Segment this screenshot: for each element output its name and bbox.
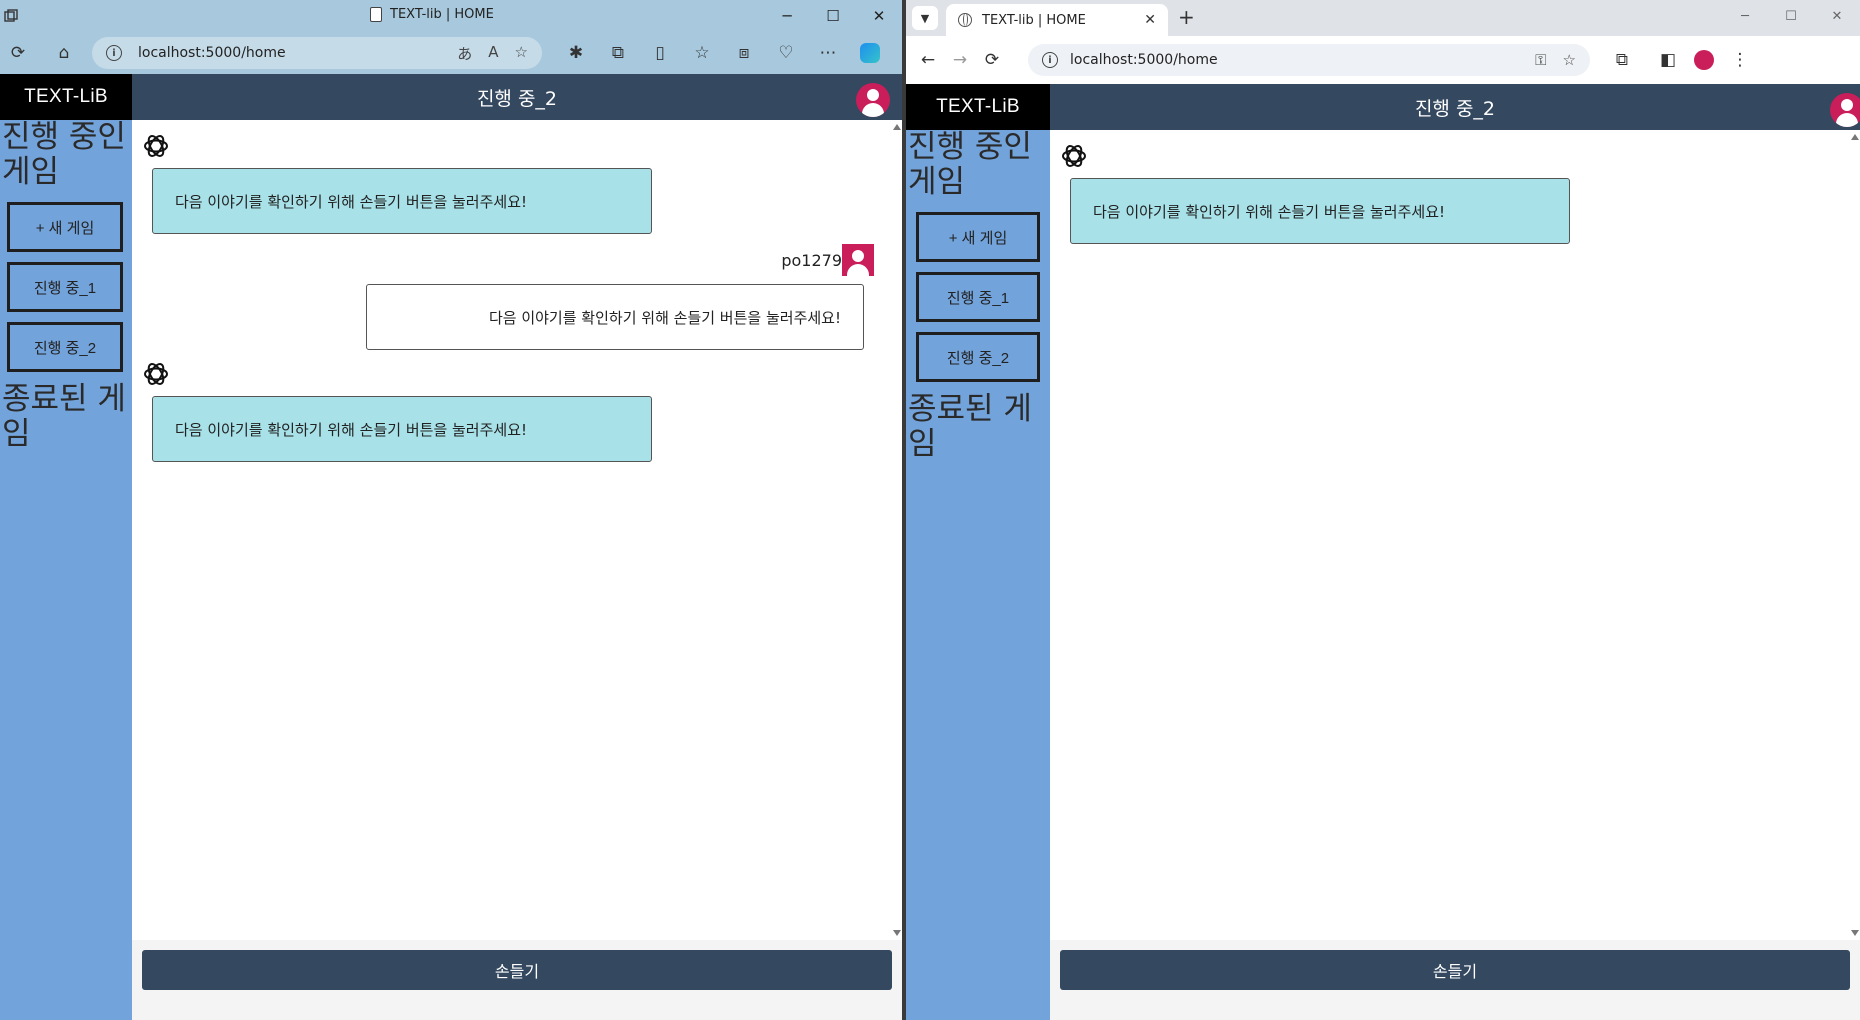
header-bar: 진행 중_2 [132,74,902,120]
browser-essentials-icon[interactable]: ♡ [770,37,802,69]
close-button[interactable]: ✕ [1814,0,1860,32]
split-screen-icon[interactable]: ▯ [644,37,676,69]
user-avatar-icon [842,244,874,278]
more-icon[interactable]: ⋯ [812,37,844,69]
finished-games-title: 종료된 게임 [2,381,126,452]
chrome-toolbar: ← → ⟳ i localhost:5000/home ⚿ ☆ ⧉ ◧ ⋮ [906,36,1860,84]
new-game-button[interactable]: + 새 게임 [7,202,123,252]
scroll-down-arrow-icon[interactable] [1851,930,1859,936]
game-item-2[interactable]: 진행 중_2 [7,322,123,372]
game-item-1[interactable]: 진행 중_1 [916,272,1040,322]
minimize-button[interactable]: ─ [1722,0,1768,32]
chrome-tab[interactable]: TEXT-lib | HOME ✕ [946,4,1168,36]
copilot-icon[interactable] [854,37,886,69]
page-title: 진행 중_2 [1414,97,1496,120]
extensions-icon[interactable]: ⧉ [1606,44,1638,76]
scroll-up-arrow-icon[interactable] [893,124,901,130]
user-message-header: po1279 [132,244,874,278]
side-panel-icon[interactable]: ◧ [1652,44,1684,76]
raise-hand-button[interactable]: 손들기 [1060,950,1850,990]
brand-logo[interactable]: TEXT-LiB [0,74,132,120]
key-icon[interactable]: ⚿ [1535,51,1546,69]
edge-window: TEXT-lib | HOME ─ ☐ ✕ ⟳ ⌂ i localhost:50… [0,0,902,1020]
new-tab-icon[interactable]: + [1178,6,1195,28]
extensions-icon[interactable]: ⧉ [602,37,634,69]
chat-log[interactable]: 다음 이야기를 확인하기 위해 손들기 버튼을 눌러주세요! [1050,130,1850,940]
back-icon[interactable]: ← [912,44,944,76]
tab-search-icon[interactable]: ▼ [912,6,938,30]
site-info-icon[interactable]: i [106,45,122,61]
ai-message: 다음 이야기를 확인하기 위해 손들기 버튼을 눌러주세요! [152,396,652,462]
chrome-tab-title: TEXT-lib | HOME [982,12,1086,28]
address-bar[interactable]: i localhost:5000/home ⚿ ☆ [1028,44,1590,76]
ai-message: 다음 이야기를 확인하기 위해 손들기 버튼을 눌러주세요! [1070,178,1570,244]
finished-games-title: 종료된 게임 [908,391,1032,462]
ongoing-games-title: 진행 중인 게임 [908,129,1032,200]
edge-toolbar: ⟳ ⌂ i localhost:5000/home あ A ☆ ✱ ⧉ ▯ ☆ … [0,32,902,74]
sidebar: TEXT-LiB 진행 중인 게임 + 새 게임 진행 중_1 진행 중_2 종… [0,74,132,1020]
scroll-up-arrow-icon[interactable] [1851,134,1859,140]
game-item-2[interactable]: 진행 중_2 [916,332,1040,382]
url-text: localhost:5000/home [1070,52,1218,68]
page-title: 진행 중_2 [476,87,558,110]
app-root: TEXT-LiB 진행 중인 게임 + 새 게임 진행 중_1 진행 중_2 종… [0,74,902,1020]
app-root: TEXT-LiB 진행 중인 게임 + 새 게임 진행 중_1 진행 중_2 종… [906,84,1860,1020]
openai-logo-icon [1062,145,1086,167]
site-info-icon[interactable]: i [1042,52,1058,68]
page-icon [370,7,382,22]
tab-close-icon[interactable]: ✕ [1144,12,1156,28]
read-aloud-icon[interactable]: A [488,43,498,64]
favorites-icon[interactable]: ☆ [686,37,718,69]
minimize-button[interactable]: ─ [764,0,810,32]
maximize-button[interactable]: ☐ [810,0,856,32]
bottom-bar: 손들기 [132,940,902,1020]
scroll-down-arrow-icon[interactable] [893,930,901,936]
translate-icon[interactable]: あ [457,43,472,64]
sidebar: TEXT-LiB 진행 중인 게임 + 새 게임 진행 중_1 진행 중_2 종… [906,84,1050,1020]
chat-scrollbar[interactable] [892,120,902,940]
more-icon[interactable]: ⋮ [1724,44,1756,76]
profile-avatar-icon[interactable] [1830,93,1860,127]
user-message: 다음 이야기를 확인하기 위해 손들기 버튼을 눌러주세요! [366,284,864,350]
forward-icon[interactable]: → [944,44,976,76]
workspaces-icon[interactable] [4,8,20,24]
reload-icon[interactable]: ⟳ [976,44,1008,76]
brand-logo[interactable]: TEXT-LiB [906,84,1050,130]
chat-main: 진행 중_2 다음 이야기를 확인하기 위해 손들기 버튼을 눌러주세요! po… [132,74,902,1020]
bottom-bar: 손들기 [1050,940,1860,1020]
ongoing-games-title: 진행 중인 게임 [2,119,126,190]
profile-avatar-icon[interactable] [856,83,890,117]
raise-hand-button[interactable]: 손들기 [142,950,892,990]
bookmark-star-icon[interactable]: ☆ [1563,51,1576,69]
close-button[interactable]: ✕ [856,0,902,32]
new-game-button[interactable]: + 새 게임 [916,212,1040,262]
edge-tab[interactable]: TEXT-lib | HOME [370,7,494,22]
address-bar[interactable]: i localhost:5000/home あ A ☆ [92,37,542,69]
game-item-1[interactable]: 진행 중_1 [7,262,123,312]
chat-main: 진행 중_2 다음 이야기를 확인하기 위해 손들기 버튼을 눌러주세요! 손들… [1050,84,1860,1020]
home-icon[interactable]: ⌂ [48,37,80,69]
chat-log[interactable]: 다음 이야기를 확인하기 위해 손들기 버튼을 눌러주세요! po1279 다음… [132,120,892,940]
extension-icon[interactable]: ✱ [560,37,592,69]
header-bar: 진행 중_2 [1050,84,1860,130]
openai-logo-icon [144,135,168,157]
globe-icon [958,13,972,27]
ai-message: 다음 이야기를 확인하기 위해 손들기 버튼을 눌러주세요! [152,168,652,234]
refresh-icon[interactable]: ⟳ [2,37,34,69]
collections-icon[interactable]: ⧈ [728,37,760,69]
edge-title-bar: TEXT-lib | HOME ─ ☐ ✕ [0,0,902,32]
chrome-tab-strip: ▼ TEXT-lib | HOME ✕ + ─ ☐ ✕ [906,0,1860,36]
username: po1279 [781,250,842,270]
profile-icon[interactable] [1688,44,1720,76]
maximize-button[interactable]: ☐ [1768,0,1814,32]
chrome-window: ▼ TEXT-lib | HOME ✕ + ─ ☐ ✕ ← → ⟳ i loca… [906,0,1860,1020]
url-text: localhost:5000/home [138,45,286,61]
favorite-star-icon[interactable]: ☆ [515,43,528,64]
chat-scrollbar[interactable] [1850,130,1860,940]
openai-logo-icon [144,363,168,385]
edge-tab-title: TEXT-lib | HOME [390,7,494,22]
